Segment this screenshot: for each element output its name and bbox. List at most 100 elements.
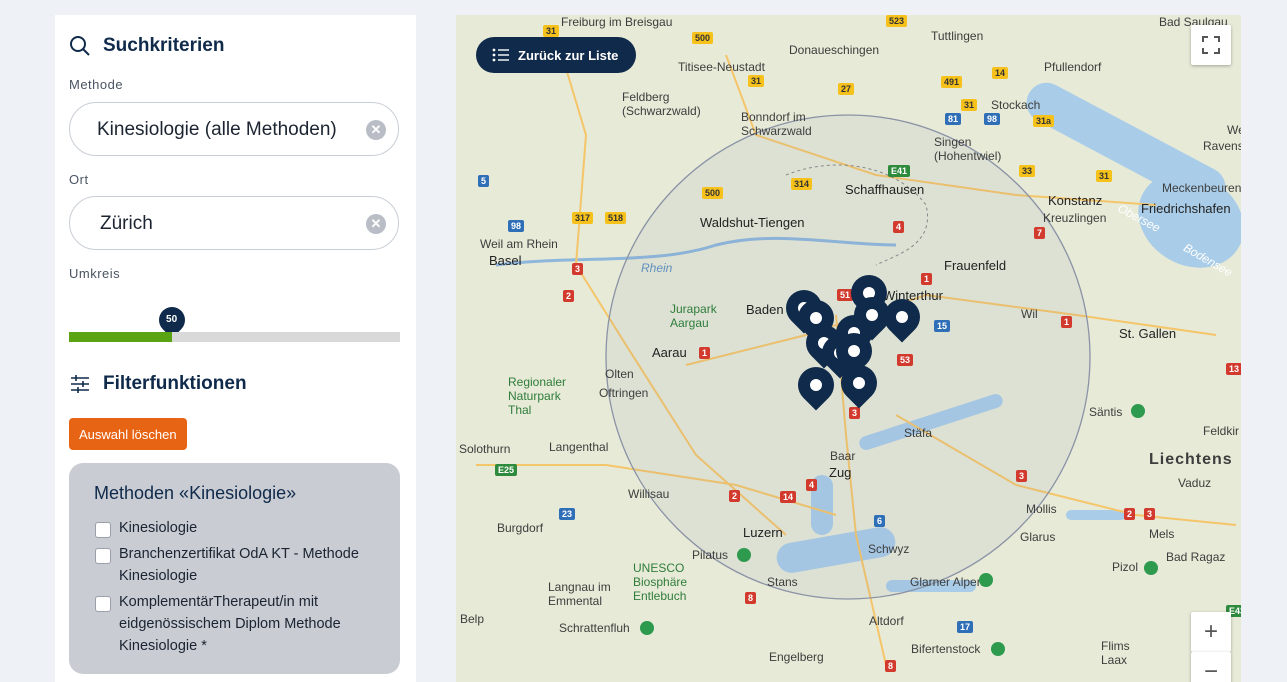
clear-method-icon[interactable]: ✕ bbox=[366, 120, 386, 140]
road-shield: 500 bbox=[692, 32, 714, 44]
road-shield: 98 bbox=[984, 113, 1001, 125]
city-label: Luzern bbox=[743, 525, 783, 540]
road-shield: 2 bbox=[1124, 508, 1136, 520]
method-value: Kinesiologie (alle Methoden) bbox=[97, 119, 337, 140]
city-label: Titisee-Neustadt bbox=[678, 60, 765, 74]
road-shield: 31 bbox=[961, 99, 978, 111]
road-shield: 518 bbox=[605, 212, 627, 224]
city-label: Wil bbox=[1021, 307, 1038, 321]
road-shield: 23 bbox=[559, 508, 576, 520]
city-label: Säntis bbox=[1089, 405, 1123, 419]
city-label: Stans bbox=[767, 575, 798, 589]
city-label: Stockach bbox=[991, 98, 1041, 112]
city-label: Regionaler Naturpark Thal bbox=[508, 375, 567, 417]
road-shield: 14 bbox=[992, 67, 1009, 79]
method-option-kinesiologie[interactable]: Kinesiologie bbox=[95, 520, 385, 539]
poi-marker-icon bbox=[979, 573, 993, 587]
map-view[interactable]: Freiburg im Breisgau Tuttlingen Donauesc… bbox=[456, 15, 1241, 682]
road-shield: 523 bbox=[886, 15, 908, 27]
poi-marker-icon bbox=[737, 548, 751, 562]
method-option-label: KomplementärTherapeut/in mit eidgenössis… bbox=[119, 594, 341, 654]
poi-marker-icon bbox=[1131, 404, 1145, 418]
city-label: Bad Ragaz bbox=[1166, 550, 1226, 564]
city-label: Olten bbox=[605, 367, 634, 381]
city-label: Langnau im Emmental bbox=[548, 580, 611, 608]
city-label: Pizol bbox=[1112, 560, 1139, 574]
city-label: Feldkir bbox=[1203, 424, 1240, 438]
city-label: Jurapark Aargau bbox=[670, 302, 717, 330]
checkbox[interactable] bbox=[95, 596, 111, 612]
road-shield: 17 bbox=[957, 621, 974, 633]
method-field[interactable]: Kinesiologie (alle Methoden) ✕ bbox=[69, 102, 399, 156]
city-label: Donaueschingen bbox=[789, 43, 880, 57]
method-option-label: Branchenzertifikat OdA KT - Methode Kine… bbox=[119, 546, 359, 584]
road-shield: 27 bbox=[838, 83, 855, 95]
road-shield: E25 bbox=[495, 464, 518, 476]
city-label: Pfullendorf bbox=[1044, 60, 1102, 74]
method-option-label: Kinesiologie bbox=[119, 520, 198, 536]
city-label: Baden bbox=[746, 302, 784, 317]
road-shield: 31 bbox=[748, 75, 765, 87]
checkbox[interactable] bbox=[95, 522, 111, 538]
radius-slider-fill bbox=[69, 332, 172, 342]
road-shield: 13 bbox=[1226, 363, 1241, 375]
city-label: Schaffhausen bbox=[845, 182, 925, 197]
city-label: Meckenbeuren bbox=[1162, 181, 1241, 195]
road-shield: 14 bbox=[780, 491, 797, 503]
road-shield: 4 bbox=[806, 479, 818, 491]
road-shield: 314 bbox=[791, 178, 813, 190]
road-shield: 3 bbox=[572, 263, 584, 275]
city-label: Flims Laax bbox=[1101, 639, 1130, 667]
city-label: Friedrichshafen bbox=[1141, 201, 1231, 216]
city-label: Kreuzlingen bbox=[1043, 211, 1107, 225]
zoom-in-button[interactable]: + bbox=[1191, 612, 1231, 652]
road-shield: 2 bbox=[729, 490, 741, 502]
method-option-diplom[interactable]: KomplementärTherapeut/in mit eidgenössis… bbox=[95, 594, 385, 657]
sliders-icon bbox=[71, 375, 89, 393]
city-label: Tuttlingen bbox=[931, 29, 984, 43]
road-shield: 1 bbox=[699, 347, 711, 359]
road-shield: 98 bbox=[508, 220, 525, 232]
methods-panel: Methoden «Kinesiologie» Kinesiologie Bra… bbox=[69, 463, 400, 674]
list-icon bbox=[492, 48, 509, 62]
city-label: Bonndorf im Schwarzwald bbox=[741, 110, 812, 138]
city-label: Singen (Hohentwiel) bbox=[934, 135, 1002, 163]
filter-header: Filterfunktionen bbox=[69, 373, 247, 395]
road-shield: 6 bbox=[874, 515, 886, 527]
road-shield: 3 bbox=[1144, 508, 1156, 520]
fullscreen-button[interactable] bbox=[1191, 25, 1231, 65]
clear-place-icon[interactable]: ✕ bbox=[366, 214, 386, 234]
road-shield: 4 bbox=[893, 221, 905, 233]
road-shield: 53 bbox=[897, 354, 914, 366]
place-value: Zürich bbox=[100, 213, 153, 234]
city-label: Aarau bbox=[652, 345, 687, 360]
road-shield: 31 bbox=[543, 25, 560, 37]
city-label: Baar bbox=[830, 449, 856, 463]
city-label: Burgdorf bbox=[497, 521, 544, 535]
back-to-list-button[interactable]: Zurück zur Liste bbox=[476, 37, 637, 73]
method-option-branchenzertifikat[interactable]: Branchenzertifikat OdA KT - Methode Kine… bbox=[95, 546, 385, 587]
checkbox[interactable] bbox=[95, 548, 111, 564]
reset-selection-button[interactable]: Auswahl löschen bbox=[69, 418, 187, 450]
road-shield: 31 bbox=[1096, 170, 1113, 182]
road-shield: 5 bbox=[478, 175, 490, 187]
city-label: Waldshut-Tiengen bbox=[700, 215, 805, 230]
river-label: Rhein bbox=[641, 261, 673, 275]
city-label: Vaduz bbox=[1178, 476, 1212, 490]
radius-slider[interactable] bbox=[69, 332, 400, 342]
search-sidebar: Suchkriterien Methode Kinesiologie (alle… bbox=[55, 15, 416, 682]
radius-value: 50 bbox=[166, 314, 178, 325]
methods-panel-title: Methoden «Kinesiologie» bbox=[94, 483, 297, 503]
poi-marker-icon bbox=[640, 621, 654, 635]
place-field[interactable]: Zürich ✕ bbox=[69, 196, 399, 250]
poi-marker-icon bbox=[991, 642, 1005, 656]
road-shield: 8 bbox=[745, 592, 757, 604]
zoom-out-button[interactable]: − bbox=[1191, 652, 1231, 682]
road-shield: 1 bbox=[921, 273, 933, 285]
city-label: Zug bbox=[829, 465, 852, 480]
road-shield: 491 bbox=[941, 76, 963, 88]
city-label: Altdorf bbox=[869, 614, 904, 628]
road-shield: 7 bbox=[1034, 227, 1046, 239]
city-label: Langenthal bbox=[549, 440, 609, 454]
city-label: Feldberg (Schwarzwald) bbox=[622, 90, 701, 118]
